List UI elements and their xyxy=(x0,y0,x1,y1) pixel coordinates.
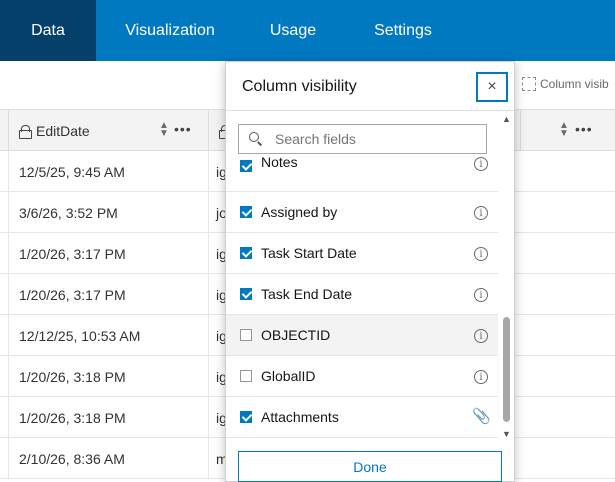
cell-editor: ig xyxy=(208,315,226,356)
info-icon[interactable]: i xyxy=(474,288,488,302)
checkbox[interactable] xyxy=(240,329,252,341)
field-label: Attachments xyxy=(261,409,339,425)
field-label: OBJECTID xyxy=(261,327,331,343)
cell-editor: ig xyxy=(208,397,226,438)
column-visibility-button[interactable]: Column visib xyxy=(522,77,609,91)
close-button[interactable]: × xyxy=(476,72,508,102)
cell-editdate: 1/20/26, 3:17 PM xyxy=(8,233,208,274)
field-item-globalid[interactable]: GlobalID i xyxy=(226,356,498,397)
checkbox[interactable] xyxy=(240,247,252,259)
panel-header: Column visibility × xyxy=(226,62,514,111)
tab-usage[interactable]: Usage xyxy=(244,0,342,61)
info-icon[interactable]: i xyxy=(474,370,488,384)
tab-visualization[interactable]: Visualization xyxy=(96,0,244,61)
close-icon: × xyxy=(487,78,497,95)
paperclip-icon: 📎 xyxy=(472,408,491,425)
top-nav: Data Visualization Usage Settings xyxy=(0,0,615,61)
cell-editor: jo xyxy=(208,192,226,233)
scroll-thumb[interactable] xyxy=(503,317,510,422)
sort-icon[interactable]: ▲ ▼ xyxy=(159,121,169,139)
field-label: Task Start Date xyxy=(261,245,357,261)
cell-editdate: 1/20/26, 3:18 PM xyxy=(8,397,208,438)
checkbox[interactable] xyxy=(240,160,252,172)
scroll-down-arrow-icon[interactable]: ▼ xyxy=(502,429,511,439)
field-item-task-start-date[interactable]: Task Start Date i xyxy=(226,233,498,274)
checkbox[interactable] xyxy=(240,370,252,382)
cell-editdate: 12/12/25, 10:53 AM xyxy=(8,315,208,356)
search-icon xyxy=(249,132,263,146)
lock-icon xyxy=(19,124,32,139)
info-icon[interactable]: i xyxy=(474,206,488,220)
lock-icon xyxy=(219,124,232,139)
cell-editdate: 3/6/26, 3:52 PM xyxy=(8,192,208,233)
column-visibility-label: Column visib xyxy=(540,77,609,91)
field-label: Assigned by xyxy=(261,204,338,220)
cell-editor: ig xyxy=(208,233,226,274)
info-icon[interactable]: i xyxy=(474,329,488,343)
info-icon[interactable]: i xyxy=(474,247,488,261)
field-label: GlobalID xyxy=(261,368,316,384)
more-options-icon[interactable]: ••• xyxy=(575,121,593,137)
field-item-attachments[interactable]: Attachments 📎 xyxy=(226,397,498,438)
field-label: Notes xyxy=(261,154,298,170)
cell-editor: ig xyxy=(208,151,226,192)
column-header-label: EditDate xyxy=(36,122,90,139)
done-button[interactable]: Done xyxy=(238,451,502,482)
tab-data[interactable]: Data xyxy=(0,0,96,61)
column-visibility-panel: Column visibility × Notes i Assigned by … xyxy=(225,61,515,482)
scroll-up-arrow-icon[interactable]: ▲ xyxy=(502,114,511,124)
field-item-notes[interactable]: Notes i xyxy=(226,152,498,192)
tab-settings[interactable]: Settings xyxy=(342,0,464,61)
search-input[interactable] xyxy=(275,131,465,147)
info-icon[interactable]: i xyxy=(474,157,488,171)
field-label: Task End Date xyxy=(261,286,353,302)
field-item-task-end-date[interactable]: Task End Date i xyxy=(226,274,498,315)
scrollbar[interactable]: ▲ ▼ xyxy=(500,114,514,439)
checkbox[interactable] xyxy=(240,411,252,423)
field-item-objectid[interactable]: OBJECTID i xyxy=(226,315,498,356)
column-visibility-icon xyxy=(522,77,536,91)
panel-title: Column visibility xyxy=(242,78,357,95)
cell-editdate: 1/20/26, 3:17 PM xyxy=(8,274,208,315)
cell-editor: ig xyxy=(208,356,226,397)
field-list: Notes i Assigned by i Task Start Date i … xyxy=(226,152,498,438)
cell-editdate: 2/10/26, 8:36 AM xyxy=(8,438,208,479)
cell-editor: ig xyxy=(208,274,226,315)
checkbox[interactable] xyxy=(240,206,252,218)
cell-editdate: 12/5/25, 9:45 AM xyxy=(8,151,208,192)
search-field[interactable] xyxy=(238,124,487,154)
sort-icon[interactable]: ▲ ▼ xyxy=(559,121,569,139)
cell-editor: m xyxy=(208,438,226,479)
checkbox[interactable] xyxy=(240,288,252,300)
more-options-icon[interactable]: ••• xyxy=(174,121,192,137)
cell-editdate: 1/20/26, 3:18 PM xyxy=(8,356,208,397)
field-item-assigned-by[interactable]: Assigned by i xyxy=(226,192,498,233)
